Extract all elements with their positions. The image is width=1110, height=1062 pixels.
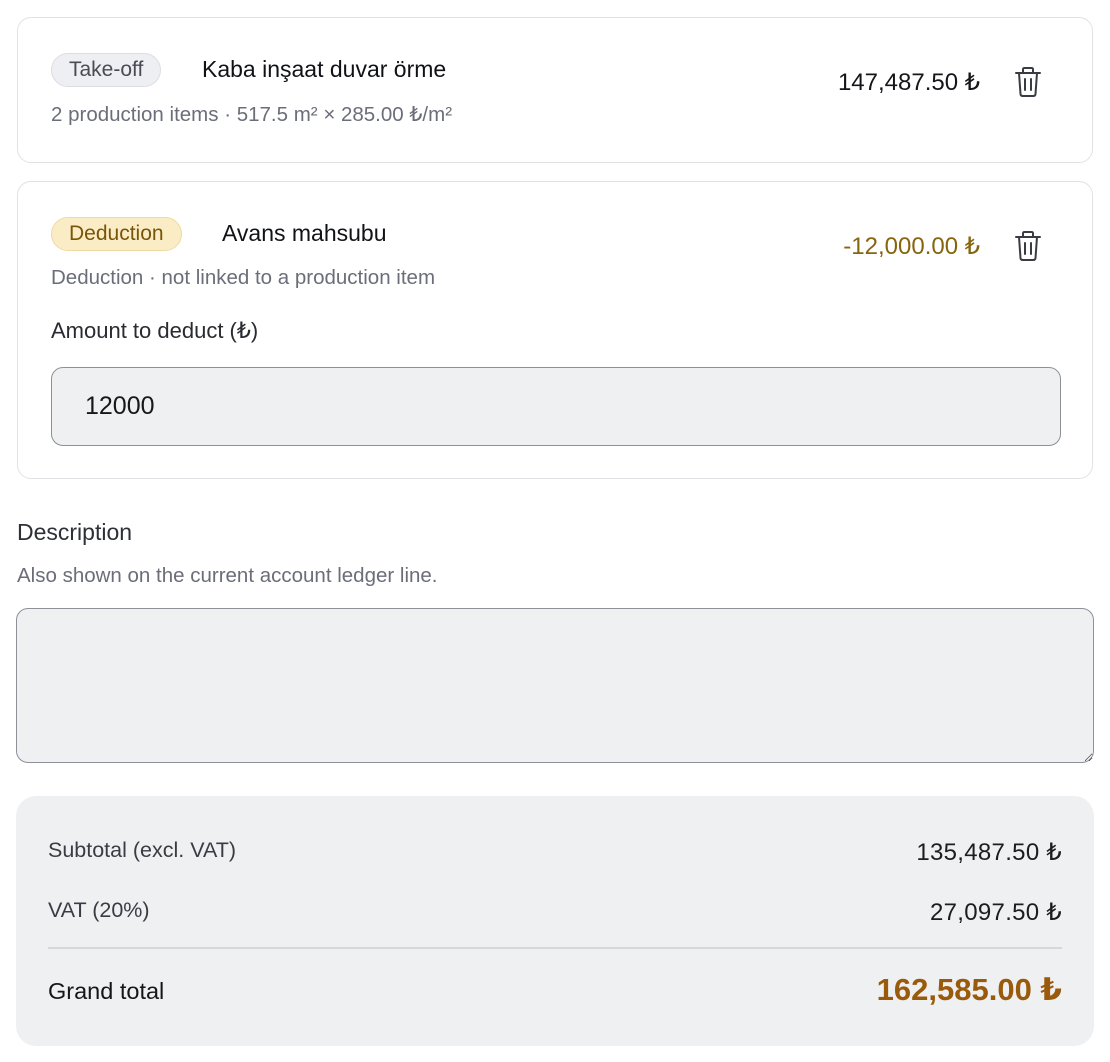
vat-value: 27,097.50 ₺ <box>929 899 1062 926</box>
description-label: Description <box>17 519 133 545</box>
grand-total-label: Grand total <box>48 978 165 1004</box>
line-subtitle: 2 production items · 517.5 m² × 285.00 ₺… <box>51 103 453 126</box>
delete-line-button[interactable] <box>1014 66 1042 98</box>
takeoff-badge: Take-off <box>51 53 162 87</box>
amount-to-deduct-input[interactable] <box>51 367 1061 446</box>
subtotal-label: Subtotal (excl. VAT) <box>48 838 236 862</box>
delete-line-button[interactable] <box>1014 230 1042 262</box>
description-textarea[interactable] <box>16 608 1094 763</box>
subtotal-value: 135,487.50 ₺ <box>916 839 1062 866</box>
deduction-badge: Deduction <box>51 217 182 251</box>
deduction-amount: -12,000.00 ₺ <box>843 233 980 260</box>
line-title: Avans mahsubu <box>222 220 387 246</box>
vat-label: VAT (20%) <box>48 898 150 922</box>
description-help-text: Also shown on the current account ledger… <box>17 564 438 587</box>
line-title: Kaba inşaat duvar örme <box>202 56 447 82</box>
trash-icon <box>1015 67 1041 97</box>
amount-to-deduct-label: Amount to deduct (₺) <box>51 318 259 343</box>
divider <box>48 947 1062 949</box>
deduction-line-card: Deduction Avans mahsubu Deduction · not … <box>17 181 1093 479</box>
totals-panel: Subtotal (excl. VAT) 135,487.50 ₺ VAT (2… <box>16 796 1094 1046</box>
takeoff-line-card: Take-off Kaba inşaat duvar örme 2 produc… <box>17 17 1093 163</box>
line-amount: 147,487.50 ₺ <box>837 69 980 96</box>
grand-total-value: 162,585.00 ₺ <box>876 972 1062 1007</box>
line-subtitle: Deduction · not linked to a production i… <box>51 266 436 289</box>
trash-icon <box>1015 231 1041 261</box>
